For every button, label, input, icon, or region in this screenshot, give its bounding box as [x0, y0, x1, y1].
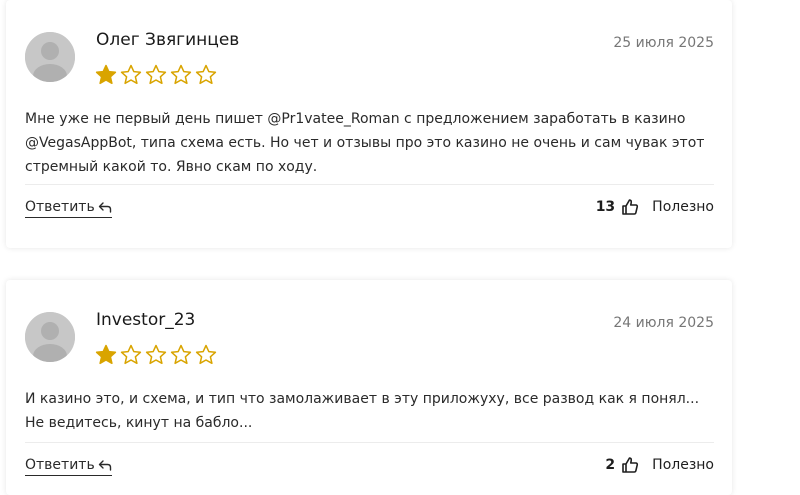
- thumbs-up-icon[interactable]: [621, 198, 639, 216]
- review-author: Investor_23: [96, 310, 196, 330]
- divider: [25, 442, 714, 443]
- useful-block: 13 Полезно: [596, 198, 714, 216]
- useful-block: 2 Полезно: [605, 456, 714, 474]
- reply-label: Ответить: [25, 199, 95, 215]
- review-text: И казино это, и схема, и тип что замолаж…: [25, 391, 700, 431]
- reply-label: Ответить: [25, 457, 95, 473]
- star-empty-icon: [170, 64, 192, 85]
- review-date: 24 июля 2025: [613, 315, 714, 331]
- star-empty-icon: [120, 344, 142, 365]
- star-empty-icon: [145, 344, 167, 365]
- user-silhouette-icon: [25, 32, 75, 82]
- reply-button[interactable]: Ответить: [25, 199, 112, 218]
- star-empty-icon: [195, 64, 217, 85]
- star-filled-icon: [95, 64, 117, 85]
- review-card: Олег Звягинцев 25 июля 2025 Мне уже не п…: [6, 0, 732, 248]
- reply-arrow-icon: [98, 202, 111, 213]
- like-count: 13: [595, 199, 616, 215]
- star-rating: [95, 344, 217, 366]
- star-empty-icon: [120, 64, 142, 85]
- like-count: 2: [605, 457, 616, 473]
- review-date: 25 июля 2025: [613, 35, 714, 51]
- thumbs-up-icon[interactable]: [621, 456, 639, 474]
- star-rating: [95, 64, 217, 86]
- review-card: Investor_23 24 июля 2025 И казино это, и…: [6, 280, 732, 495]
- star-empty-icon: [170, 344, 192, 365]
- star-empty-icon: [145, 64, 167, 85]
- useful-button[interactable]: Полезно: [652, 457, 714, 473]
- reply-arrow-icon: [98, 460, 111, 471]
- star-empty-icon: [195, 344, 217, 365]
- review-text: Мне уже не первый день пишет @Pr1vatee_R…: [25, 111, 705, 175]
- useful-button[interactable]: Полезно: [652, 199, 714, 215]
- avatar: [25, 312, 75, 362]
- avatar: [25, 32, 75, 82]
- user-silhouette-icon: [25, 312, 75, 362]
- reply-button[interactable]: Ответить: [25, 457, 112, 476]
- review-author: Олег Звягинцев: [96, 30, 240, 50]
- divider: [25, 184, 714, 185]
- star-filled-icon: [95, 344, 117, 365]
